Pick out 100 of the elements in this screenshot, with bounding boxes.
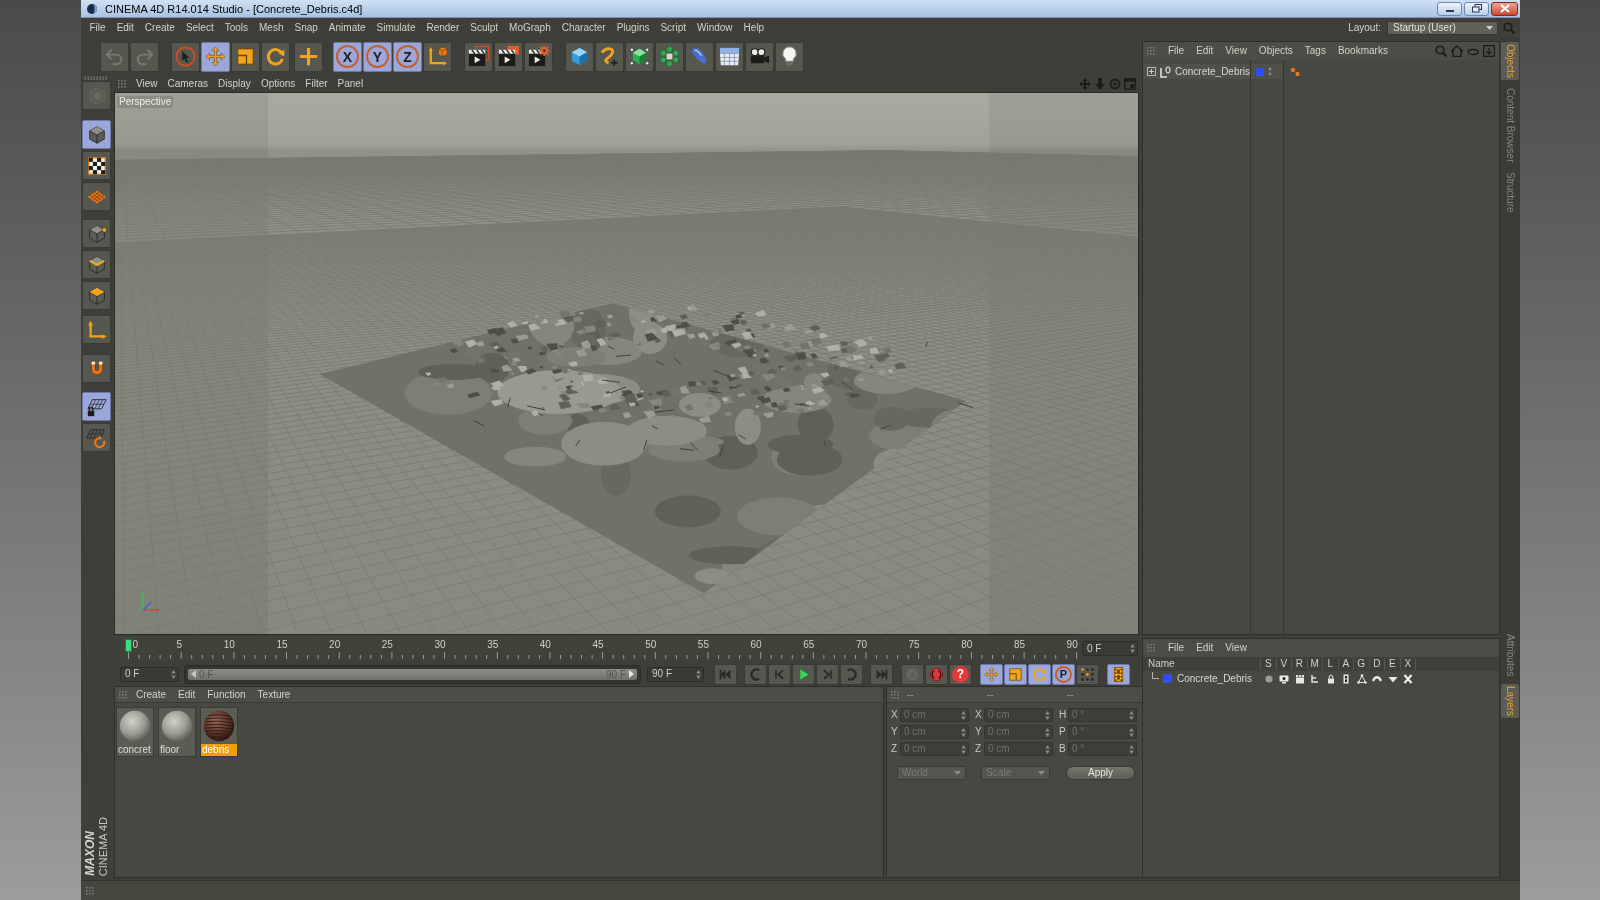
monitor-icon[interactable] bbox=[1279, 673, 1290, 684]
menu-item[interactable]: Edit bbox=[172, 687, 202, 702]
column-header[interactable]: R bbox=[1292, 658, 1308, 670]
playhead[interactable] bbox=[125, 639, 132, 652]
menu-item[interactable]: View bbox=[1219, 44, 1253, 58]
spline-button[interactable] bbox=[595, 41, 624, 72]
next-key-button[interactable] bbox=[840, 663, 863, 685]
menu-item[interactable]: File bbox=[1168, 641, 1185, 655]
ring-dot-icon[interactable] bbox=[1109, 77, 1121, 90]
spinner-arrows-icon[interactable] bbox=[696, 669, 701, 679]
menu-item[interactable]: Animate bbox=[323, 21, 372, 35]
grip-icon[interactable] bbox=[85, 885, 95, 896]
rotate-tool-button[interactable] bbox=[261, 41, 290, 72]
restore-button[interactable] bbox=[1464, 1, 1489, 16]
axis-mode-button[interactable] bbox=[82, 315, 111, 344]
axis-lock-button[interactable]: Z bbox=[393, 41, 422, 72]
minimize-button[interactable] bbox=[1437, 1, 1462, 16]
menu-item[interactable]: View bbox=[1219, 641, 1253, 655]
column-header[interactable]: G bbox=[1354, 658, 1370, 670]
menu-item[interactable]: File bbox=[1168, 44, 1185, 58]
render-settings-button[interactable] bbox=[524, 41, 553, 72]
menu-item[interactable]: File bbox=[84, 21, 112, 35]
menu-item[interactable]: Cameras bbox=[162, 76, 214, 91]
column-header[interactable]: M bbox=[1307, 658, 1323, 670]
timeline-button[interactable] bbox=[1107, 663, 1130, 685]
menu-item[interactable]: View bbox=[136, 76, 158, 91]
menu-item[interactable]: Snap bbox=[289, 21, 324, 35]
arrow-right-icon[interactable] bbox=[629, 670, 634, 678]
texture-mode-button[interactable] bbox=[82, 151, 111, 180]
edges-mode-button[interactable] bbox=[82, 250, 111, 279]
menu-item[interactable]: Edit bbox=[1190, 641, 1220, 655]
scale-tool-button[interactable] bbox=[231, 41, 260, 72]
home-icon[interactable] bbox=[1451, 45, 1463, 57]
network-icon[interactable] bbox=[1356, 673, 1367, 684]
menu-item[interactable]: Character bbox=[556, 21, 612, 35]
material-tile[interactable]: floor bbox=[158, 707, 196, 757]
menu-item[interactable]: Render bbox=[420, 21, 465, 35]
menu-item[interactable]: Texture bbox=[251, 687, 297, 702]
light-button[interactable] bbox=[775, 41, 804, 72]
go-to-end-button[interactable] bbox=[870, 663, 893, 685]
film-icon[interactable] bbox=[1341, 673, 1352, 684]
menu-item[interactable]: Simulate bbox=[371, 21, 421, 35]
go-to-start-button[interactable] bbox=[714, 663, 737, 685]
column-header[interactable]: X bbox=[1400, 658, 1416, 670]
end-frame-field[interactable]: 90 F bbox=[647, 666, 704, 682]
column-header[interactable]: D bbox=[1369, 658, 1385, 670]
cube-button[interactable] bbox=[565, 41, 594, 72]
x-mark-icon[interactable] bbox=[1403, 673, 1414, 684]
clapperboard-icon[interactable] bbox=[1294, 673, 1305, 684]
axis-plane-button[interactable] bbox=[82, 182, 111, 211]
grip-icon[interactable] bbox=[118, 689, 128, 700]
column-header[interactable]: L bbox=[1323, 658, 1339, 670]
layer-name[interactable]: Concrete_Debris bbox=[1177, 672, 1253, 685]
axis-lock-button[interactable]: Y bbox=[363, 41, 392, 72]
parameter-button[interactable]: P bbox=[1052, 663, 1075, 685]
cloner-button[interactable] bbox=[655, 41, 684, 72]
point-level-button[interactable] bbox=[1076, 663, 1099, 685]
magnet-button[interactable] bbox=[82, 354, 111, 383]
column-header[interactable]: V bbox=[1276, 658, 1292, 670]
axis-lock-button[interactable]: X bbox=[333, 41, 362, 72]
floor-button[interactable] bbox=[715, 41, 744, 72]
menu-item[interactable]: Function bbox=[201, 687, 252, 702]
menu-item[interactable]: Objects bbox=[1252, 44, 1299, 58]
polygons-mode-button[interactable] bbox=[82, 281, 111, 310]
menu-item[interactable]: Edit bbox=[111, 21, 140, 35]
scale-tool-button[interactable] bbox=[1004, 663, 1027, 685]
selection-tool-button[interactable] bbox=[171, 41, 200, 72]
spinner-arrows-icon[interactable] bbox=[171, 669, 176, 679]
previous-key-button[interactable] bbox=[744, 663, 767, 685]
layout-dropdown[interactable]: Startup (User) bbox=[1387, 21, 1498, 35]
menu-item[interactable]: Options bbox=[255, 76, 301, 91]
hierarchy-icon[interactable] bbox=[1310, 673, 1321, 684]
column-header[interactable]: E bbox=[1385, 658, 1401, 670]
menu-item[interactable]: Select bbox=[180, 21, 220, 35]
grip-strip-icon[interactable] bbox=[84, 76, 108, 80]
points-mode-button[interactable] bbox=[82, 219, 111, 248]
arrow-left-icon[interactable] bbox=[191, 670, 196, 678]
close-button[interactable] bbox=[1491, 1, 1518, 16]
move-tool-button[interactable] bbox=[980, 663, 1003, 685]
arc-icon[interactable] bbox=[1372, 673, 1383, 684]
dot-icon[interactable] bbox=[1263, 673, 1274, 684]
generator-button[interactable] bbox=[625, 41, 654, 72]
key-selection-button[interactable]: ? bbox=[949, 663, 972, 685]
menu-item[interactable]: Create bbox=[139, 21, 181, 35]
menu-item[interactable]: Bookmarks bbox=[1331, 44, 1394, 58]
column-header[interactable]: Name bbox=[1143, 658, 1261, 670]
recent-tool-button[interactable] bbox=[294, 41, 323, 72]
layer-color-swatch[interactable] bbox=[1163, 674, 1172, 683]
column-header[interactable]: A bbox=[1338, 658, 1354, 670]
coordinate-system-button[interactable] bbox=[423, 41, 452, 72]
grip-icon[interactable] bbox=[117, 78, 127, 89]
visibility-dots-icon[interactable] bbox=[1268, 67, 1272, 76]
layer-color-swatch[interactable] bbox=[1256, 67, 1264, 76]
render-view-button[interactable] bbox=[464, 41, 493, 72]
menu-item[interactable]: Help bbox=[738, 21, 770, 35]
menu-item[interactable]: Mesh bbox=[253, 21, 289, 35]
current-frame-field[interactable]: 0 F bbox=[1082, 641, 1138, 656]
menu-item[interactable]: Tools bbox=[219, 21, 254, 35]
camera-button[interactable] bbox=[745, 41, 774, 72]
new-panel-icon[interactable] bbox=[1483, 45, 1495, 57]
